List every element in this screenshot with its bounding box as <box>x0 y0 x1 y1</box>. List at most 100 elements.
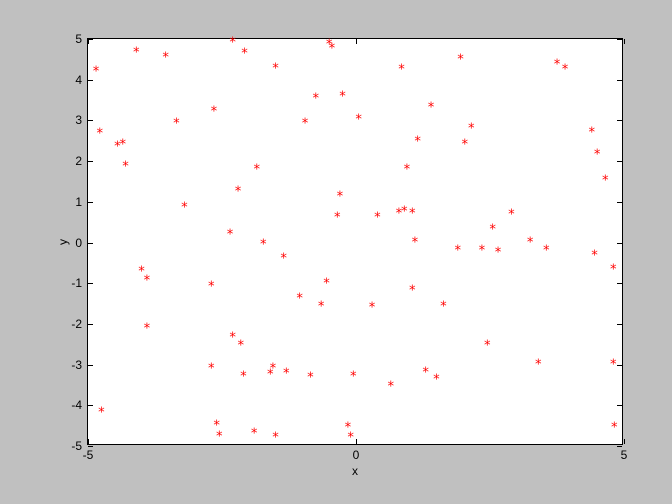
data-point: * <box>92 66 100 79</box>
data-point: * <box>240 370 248 383</box>
data-point: * <box>344 421 352 434</box>
data-point: * <box>461 138 469 151</box>
data-point: * <box>207 281 215 294</box>
y-tick-label: -4 <box>71 398 82 412</box>
data-point: * <box>408 285 416 298</box>
data-point: * <box>122 161 130 174</box>
data-point: * <box>226 229 234 242</box>
data-point: * <box>234 185 242 198</box>
data-point: * <box>132 47 140 60</box>
figure: x y -505-5-4-3-2-1012345****************… <box>0 0 672 504</box>
data-point: * <box>591 249 599 262</box>
data-point: * <box>325 39 333 52</box>
data-point: * <box>483 340 491 353</box>
y-tick-label: -5 <box>71 439 82 453</box>
x-axis-label: x <box>352 464 358 478</box>
data-point: * <box>494 246 502 259</box>
data-point: * <box>408 208 416 221</box>
data-point: * <box>403 164 411 177</box>
data-point: * <box>250 427 258 440</box>
y-axis-label: y <box>56 239 70 245</box>
scatter-axes: x y -505-5-4-3-2-1012345****************… <box>87 38 623 445</box>
data-point: * <box>422 366 430 379</box>
y-tick-label: -1 <box>71 276 82 290</box>
data-point: * <box>593 148 601 161</box>
data-point: * <box>411 237 419 250</box>
data-point: * <box>173 118 181 131</box>
data-point: * <box>339 91 347 104</box>
data-point: * <box>119 138 127 151</box>
data-point: * <box>478 244 486 257</box>
data-point: * <box>395 208 403 221</box>
data-point: * <box>610 422 618 435</box>
data-point: * <box>317 300 325 313</box>
data-point: * <box>489 224 497 237</box>
data-point: * <box>138 266 146 279</box>
data-point: * <box>368 301 376 314</box>
data-point: * <box>609 359 617 372</box>
data-point: * <box>457 54 465 67</box>
data-point: * <box>259 238 267 251</box>
data-point: * <box>333 212 341 225</box>
data-point: * <box>282 367 290 380</box>
data-point: * <box>210 106 218 119</box>
data-point: * <box>439 300 447 313</box>
data-point: * <box>162 52 170 65</box>
data-point: * <box>307 372 315 385</box>
data-point: * <box>229 37 237 50</box>
data-point: * <box>526 236 534 249</box>
data-point: * <box>229 332 237 345</box>
data-point: * <box>296 293 304 306</box>
data-point: * <box>347 431 355 444</box>
data-point: * <box>114 140 122 153</box>
data-point: * <box>467 122 475 135</box>
data-point: * <box>328 43 336 56</box>
data-point: * <box>241 48 249 61</box>
y-tick-label: 3 <box>75 113 82 127</box>
data-point: * <box>323 278 331 291</box>
data-point: * <box>181 201 189 214</box>
data-point: * <box>266 368 274 381</box>
data-point: * <box>609 263 617 276</box>
data-point: * <box>432 374 440 387</box>
data-point: * <box>312 93 320 106</box>
data-point: * <box>601 175 609 188</box>
data-point: * <box>237 340 245 353</box>
data-point: * <box>215 431 223 444</box>
y-tick-label: 1 <box>75 195 82 209</box>
data-point: * <box>253 164 261 177</box>
y-tick-label: -3 <box>71 358 82 372</box>
data-point: * <box>143 323 151 336</box>
data-point: * <box>508 208 516 221</box>
x-tick-label: 5 <box>621 448 628 462</box>
data-point: * <box>97 406 105 419</box>
y-tick-label: 4 <box>75 73 82 87</box>
data-point: * <box>355 114 363 127</box>
data-point: * <box>301 118 309 131</box>
data-point: * <box>280 252 288 265</box>
data-point: * <box>454 244 462 257</box>
data-point: * <box>553 59 561 72</box>
data-point: * <box>534 358 542 371</box>
data-point: * <box>96 127 104 140</box>
y-tick-label: 2 <box>75 154 82 168</box>
data-point: * <box>349 370 357 383</box>
data-point: * <box>143 275 151 288</box>
x-tick-label: -5 <box>83 448 94 462</box>
data-point: * <box>374 212 382 225</box>
data-point: * <box>387 380 395 393</box>
x-tick-label: 0 <box>353 448 360 462</box>
y-tick-label: 0 <box>75 236 82 250</box>
data-point: * <box>542 244 550 257</box>
data-point: * <box>400 205 408 218</box>
data-point: * <box>269 362 277 375</box>
y-tick-label: 5 <box>75 32 82 46</box>
data-point: * <box>398 63 406 76</box>
data-point: * <box>588 126 596 139</box>
data-point: * <box>561 63 569 76</box>
data-point: * <box>336 190 344 203</box>
data-point: * <box>272 431 280 444</box>
data-point: * <box>207 362 215 375</box>
data-point: * <box>213 419 221 432</box>
data-point: * <box>414 135 422 148</box>
